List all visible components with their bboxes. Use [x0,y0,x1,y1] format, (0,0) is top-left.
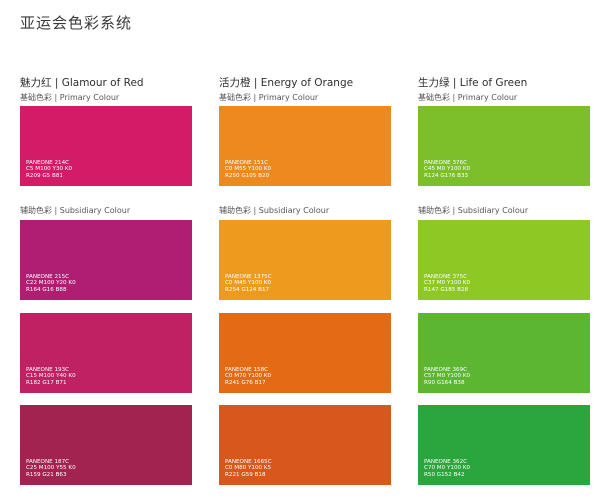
primary-colour-label: 基础色彩 | Primary Colour [20,93,120,102]
color-swatch: PANEONE 215C C22 M100 Y20 K0 R164 G16 B8… [20,220,192,300]
pantone-code: PANEONE 376C [424,159,468,166]
cmyk-code: C22 M100 Y20 K0 [26,280,76,287]
swatch-codes: PANEONE 1375C C0 M45 Y100 K0 R254 G124 B… [225,274,272,294]
pantone-code: PANEONE 158C [225,366,269,373]
rgb-code: R50 G152 B42 [424,472,465,479]
rgb-code: R164 G16 B88 [26,287,67,294]
subsidiary-colour-label: 辅助色彩 | Subsidiary Colour [418,206,529,215]
swatch-codes: PANEONE 369C C57 M0 Y100 K0 R90 G164 B38 [424,367,470,387]
swatch-codes: PANEONE 376C C45 M0 Y100 K0 R124 G176 B3… [424,160,470,180]
page-title: 亚运会色彩系统 [20,14,133,32]
cmyk-code: C70 M0 Y100 K0 [424,465,471,472]
pantone-code: PANEONE 1665C [225,458,272,465]
color-swatch: PANEONE 158C C0 M70 Y100 K0 R241 G76 B17 [219,313,391,393]
rgb-code: R241 G76 B17 [225,380,266,387]
rgb-code: R221 G59 B18 [225,472,266,479]
cmyk-code: C0 M70 Y100 K0 [225,373,272,380]
swatch-codes: PANEONE 215C C22 M100 Y20 K0 R164 G16 B8… [26,274,76,294]
pantone-code: PANEONE 193C [26,366,70,373]
swatch-codes: PANEONE 151C C0 M55 Y100 K0 R250 G105 B2… [225,160,271,180]
color-swatch: PANEONE 1665C C0 M80 Y100 K5 R221 G59 B1… [219,405,391,485]
rgb-code: R90 G164 B38 [424,380,465,387]
pantone-code: PANEONE 369C [424,366,468,373]
color-swatch: PANEONE 187C C25 M100 Y55 K0 R159 G21 B6… [20,405,192,485]
color-swatch: PANEONE 376C C45 M0 Y100 K0 R124 G176 B3… [418,106,590,186]
swatch-codes: PANEONE 375C C37 M0 Y100 K0 R147 G185 B2… [424,274,470,294]
color-swatch: PANEONE 1375C C0 M45 Y100 K0 R254 G124 B… [219,220,391,300]
cmyk-code: C0 M45 Y100 K0 [225,280,272,287]
color-swatch: PANEONE 369C C57 M0 Y100 K0 R90 G164 B38 [418,313,590,393]
pantone-code: PANEONE 215C [26,273,70,280]
column-heading: 魅力红 | Glamour of Red [20,77,144,89]
cmyk-code: C15 M100 Y40 K0 [26,373,76,380]
rgb-code: R250 G105 B20 [225,173,270,180]
rgb-code: R159 G21 B63 [26,472,67,479]
swatch-codes: PANEONE 193C C15 M100 Y40 K0 R182 G17 B7… [26,367,76,387]
swatch-codes: PANEONE 362C C70 M0 Y100 K0 R50 G152 B42 [424,459,470,479]
pantone-code: PANEONE 151C [225,159,269,166]
rgb-code: R209 G5 B81 [26,173,63,180]
rgb-code: R254 G124 B17 [225,287,270,294]
cmyk-code: C5 M100 Y30 K0 [26,166,73,173]
primary-colour-label: 基础色彩 | Primary Colour [418,93,518,102]
color-swatch: PANEONE 362C C70 M0 Y100 K0 R50 G152 B42 [418,405,590,485]
cmyk-code: C57 M0 Y100 K0 [424,373,471,380]
rgb-code: R124 G176 B33 [424,173,469,180]
pantone-code: PANEONE 187C [26,458,70,465]
column-heading: 活力橙 | Energy of Orange [219,77,354,89]
color-swatch: PANEONE 193C C15 M100 Y40 K0 R182 G17 B7… [20,313,192,393]
cmyk-code: C0 M80 Y100 K5 [225,465,272,472]
pantone-code: PANEONE 362C [424,458,468,465]
cmyk-code: C0 M55 Y100 K0 [225,166,272,173]
swatch-codes: PANEONE 187C C25 M100 Y55 K0 R159 G21 B6… [26,459,76,479]
cmyk-code: C45 M0 Y100 K0 [424,166,471,173]
rgb-code: R147 G185 B28 [424,287,469,294]
pantone-code: PANEONE 214C [26,159,70,166]
cmyk-code: C37 M0 Y100 K0 [424,280,471,287]
cmyk-code: C25 M100 Y55 K0 [26,465,76,472]
swatch-codes: PANEONE 158C C0 M70 Y100 K0 R241 G76 B17 [225,367,271,387]
color-swatch: PANEONE 214C C5 M100 Y30 K0 R209 G5 B81 [20,106,192,186]
color-swatch: PANEONE 375C C37 M0 Y100 K0 R147 G185 B2… [418,220,590,300]
swatch-codes: PANEONE 214C C5 M100 Y30 K0 R209 G5 B81 [26,160,72,180]
subsidiary-colour-label: 辅助色彩 | Subsidiary Colour [20,206,131,215]
subsidiary-colour-label: 辅助色彩 | Subsidiary Colour [219,206,330,215]
pantone-code: PANEONE 375C [424,273,468,280]
primary-colour-label: 基础色彩 | Primary Colour [219,93,319,102]
color-swatch: PANEONE 151C C0 M55 Y100 K0 R250 G105 B2… [219,106,391,186]
rgb-code: R182 G17 B71 [26,380,67,387]
column-heading: 生力绿 | Life of Green [418,77,528,89]
pantone-code: PANEONE 1375C [225,273,272,280]
swatch-codes: PANEONE 1665C C0 M80 Y100 K5 R221 G59 B1… [225,459,272,479]
